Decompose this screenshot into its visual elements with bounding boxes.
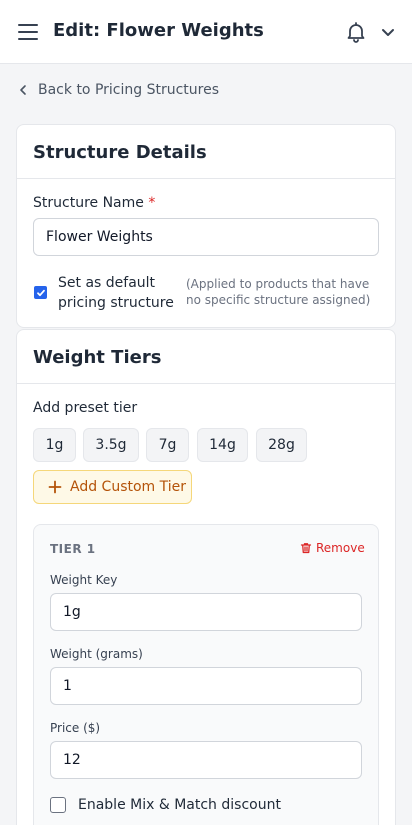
default-structure-hint: (Applied to products that have no specif… [186, 277, 371, 307]
tier-title: TIER 1 [50, 542, 96, 556]
preset-chip-14g[interactable]: 14g [197, 428, 248, 462]
weight-tiers-header: Weight Tiers [17, 330, 395, 384]
preset-chip-7g[interactable]: 7g [146, 428, 189, 462]
preset-chip-28g[interactable]: 28g [256, 428, 307, 462]
add-preset-tier-label: Add preset tier [33, 400, 138, 416]
default-structure-checkbox[interactable] [34, 286, 47, 299]
weight-grams-input[interactable] [50, 667, 362, 705]
add-custom-tier-button[interactable]: Add Custom Tier [33, 470, 192, 504]
structure-details-header: Structure Details [17, 125, 395, 179]
weight-key-label: Weight Key [50, 573, 118, 587]
weight-key-input[interactable] [50, 593, 362, 631]
structure-details-heading: Structure Details [33, 142, 207, 163]
plus-icon [48, 480, 62, 494]
mix-match-label: Enable Mix & Match discount [78, 797, 281, 813]
price-input[interactable] [50, 741, 362, 779]
required-asterisk: * [148, 195, 156, 211]
add-custom-tier-label: Add Custom Tier [70, 479, 187, 495]
trash-icon [300, 543, 312, 554]
remove-tier-label: Remove [316, 541, 365, 555]
page-title: Edit: Flower Weights [53, 20, 264, 41]
notification-bell-icon[interactable] [344, 20, 368, 44]
weight-grams-label: Weight (grams) [50, 647, 143, 661]
back-link-label: Back to Pricing Structures [38, 82, 220, 98]
structure-name-input[interactable] [33, 218, 379, 256]
remove-tier-button[interactable]: Remove [300, 541, 365, 555]
mix-match-checkbox[interactable] [50, 797, 66, 813]
checkmark-icon [36, 289, 45, 296]
chevron-down-icon[interactable] [378, 22, 398, 42]
tier-card: TIER 1 Remove Weight Key Weight (grams) … [33, 524, 379, 825]
default-label-line2: pricing structure [58, 295, 174, 311]
default-label-line1: Set as default [58, 275, 156, 291]
weight-tiers-heading: Weight Tiers [33, 347, 162, 368]
preset-chip-3.5g[interactable]: 3.5g [83, 428, 139, 462]
default-structure-label: Set as default pricing structure [58, 273, 174, 313]
back-to-pricing-structures-link[interactable]: Back to Pricing Structures [17, 80, 219, 100]
preset-chip-1g[interactable]: 1g [33, 428, 76, 462]
structure-name-label-text: Structure Name [33, 195, 144, 211]
structure-details-card: Structure Details Structure Name * Set a… [16, 124, 396, 328]
price-label: Price ($) [50, 721, 101, 735]
top-app-bar: Edit: Flower Weights [0, 0, 412, 64]
hamburger-menu-icon[interactable] [18, 24, 38, 40]
weight-tiers-card: Weight Tiers Add preset tier 1g 3.5g 7g … [16, 329, 396, 825]
chevron-left-icon [20, 85, 26, 95]
structure-name-label: Structure Name * [33, 195, 155, 211]
